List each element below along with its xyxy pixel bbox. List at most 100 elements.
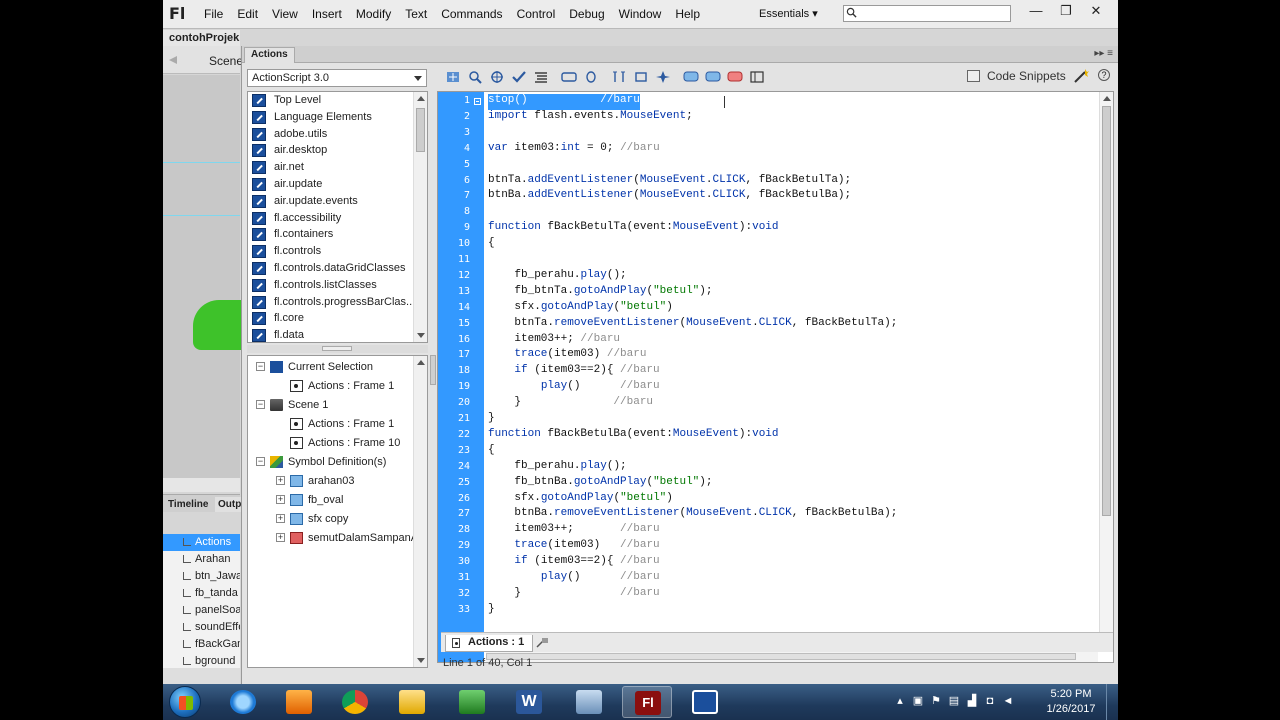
toolbox-item[interactable]: air.update xyxy=(248,176,414,193)
tray-app2-icon[interactable]: ◘ xyxy=(981,693,999,709)
check-syntax-icon[interactable] xyxy=(508,68,530,86)
code-line[interactable]: btnTa.removeEventListener(MouseEvent.CLI… xyxy=(488,317,897,333)
toolbox-item[interactable]: fl.controls xyxy=(248,243,414,260)
nav-scene-frame-10[interactable]: Actions : Frame 10 xyxy=(290,434,400,452)
pane-splitter[interactable] xyxy=(247,345,428,353)
code-line[interactable]: item03++; //baru xyxy=(488,333,620,349)
apply-block-comment-icon[interactable] xyxy=(680,68,702,86)
code-line[interactable]: btnTa.addEventListener(MouseEvent.CLICK,… xyxy=(488,174,851,190)
code-line[interactable]: fb_perahu.play(); xyxy=(488,269,626,285)
collapse-toggle-icon[interactable]: − xyxy=(256,457,265,466)
back-arrow-icon[interactable] xyxy=(169,56,177,64)
pin-script-icon[interactable] xyxy=(535,637,549,649)
code-line[interactable]: } //baru xyxy=(488,587,659,603)
nav-symbol-definitions[interactable]: − Symbol Definition(s) xyxy=(256,453,386,471)
taskbar-word[interactable]: W xyxy=(504,686,554,718)
toolbox-item[interactable]: fl.containers xyxy=(248,226,414,243)
layer-row[interactable]: fb_tanda xyxy=(163,585,240,602)
code-area[interactable]: stop() //baru import flash.events.MouseEv… xyxy=(486,92,1096,652)
remove-comment-icon[interactable] xyxy=(724,68,746,86)
auto-format-icon[interactable] xyxy=(530,68,552,86)
nav-symbol-arahan03[interactable]: + arahan03 xyxy=(276,472,355,490)
code-line[interactable]: import flash.events.MouseEvent; xyxy=(488,110,693,126)
nav-current-frame[interactable]: Actions : Frame 1 xyxy=(290,377,394,395)
nav-symbol-semut[interactable]: + semutDalamSampanAr xyxy=(276,529,422,547)
code-line[interactable]: if (item03==2){ //baru xyxy=(488,364,659,380)
editor-vertical-scrollbar[interactable] xyxy=(1099,92,1113,652)
panel-menu-icon[interactable]: ▸▸ ≡ xyxy=(1094,48,1113,59)
taskbar-app[interactable] xyxy=(680,686,730,718)
toolbox-item[interactable]: air.net xyxy=(248,159,414,176)
nav-current-selection[interactable]: − Current Selection xyxy=(256,358,373,376)
workspace-switcher[interactable]: Essentials ▾ xyxy=(759,7,818,20)
taskbar-media-player[interactable] xyxy=(274,686,324,718)
apply-line-comment-icon[interactable] xyxy=(702,68,724,86)
code-line[interactable]: } //baru xyxy=(488,396,653,412)
toolbox-item[interactable]: fl.data xyxy=(248,327,414,344)
volume-icon[interactable]: ◄ xyxy=(999,693,1017,709)
scene-label[interactable]: Scene xyxy=(209,54,243,68)
language-select[interactable]: ActionScript 3.0 xyxy=(247,69,427,87)
toolbox-item[interactable]: air.update.events xyxy=(248,193,414,210)
code-line[interactable]: sfx.gotoAndPlay("betul") xyxy=(488,492,672,508)
code-line[interactable]: btnBa.removeEventListener(MouseEvent.CLI… xyxy=(488,507,897,523)
expand-all-icon[interactable] xyxy=(652,68,674,86)
code-line[interactable]: } xyxy=(488,412,495,428)
code-line[interactable]: sfx.gotoAndPlay("betul") xyxy=(488,301,672,317)
code-line[interactable]: trace(item03) //baru xyxy=(488,539,659,555)
code-line[interactable]: { xyxy=(488,237,495,253)
navigator-scrollbar[interactable] xyxy=(413,356,427,667)
taskbar-ie[interactable] xyxy=(218,686,268,718)
layer-row[interactable]: soundEffe xyxy=(163,619,240,636)
script-assist-wand-icon[interactable] xyxy=(1072,68,1090,84)
expand-toggle-icon[interactable]: + xyxy=(276,514,285,523)
taskbar-explorer[interactable] xyxy=(387,686,437,718)
code-line[interactable]: function fBackBetulBa(event:MouseEvent):… xyxy=(488,428,779,444)
layer-row[interactable]: panelSoal xyxy=(163,602,240,619)
toolbox-item[interactable]: fl.controls.progressBarClas... xyxy=(248,294,414,311)
collapse-toggle-icon[interactable]: − xyxy=(256,400,265,409)
toolbox-item[interactable]: fl.accessibility xyxy=(248,210,414,227)
code-line[interactable]: { xyxy=(488,444,495,460)
minimize-button[interactable]: — xyxy=(1021,2,1051,22)
toolbox-item[interactable]: fl.controls.dataGridClasses xyxy=(248,260,414,277)
nav-scene-1[interactable]: − Scene 1 xyxy=(256,396,328,414)
scroll-down-arrow-icon[interactable] xyxy=(417,658,425,663)
fold-marker-icon[interactable] xyxy=(474,98,481,105)
restore-button[interactable]: ❐ xyxy=(1051,2,1081,22)
expand-toggle-icon[interactable]: + xyxy=(276,533,285,542)
insert-target-path-icon[interactable] xyxy=(486,68,508,86)
code-line[interactable]: var item03:int = 0; //baru xyxy=(488,142,660,158)
document-tab[interactable]: contohProjek1 xyxy=(163,30,240,46)
code-line[interactable]: } xyxy=(488,603,495,619)
tab-output[interactable]: Outp xyxy=(215,497,245,512)
code-line[interactable]: btnBa.addEventListener(MouseEvent.CLICK,… xyxy=(488,189,851,205)
code-line[interactable]: trace(item03) //baru xyxy=(488,348,646,364)
taskbar-presentation[interactable] xyxy=(447,686,497,718)
network-icon[interactable]: ▟ xyxy=(963,693,981,709)
taskbar-network-app[interactable] xyxy=(564,686,614,718)
scroll-down-arrow-icon[interactable] xyxy=(417,333,425,338)
nav-symbol-fb-oval[interactable]: + fb_oval xyxy=(276,491,343,509)
tab-actions[interactable]: Actions xyxy=(244,47,295,63)
code-line[interactable]: play() //baru xyxy=(488,380,660,396)
layer-row[interactable]: Arahan xyxy=(163,551,240,568)
code-line[interactable]: function fBackBetulTa(event:MouseEvent):… xyxy=(488,221,779,237)
toolbox-item[interactable]: Language Elements xyxy=(248,109,414,126)
action-center-flag-icon[interactable]: ⚑ xyxy=(927,693,945,709)
show-hidden-icons-icon[interactable]: ▴ xyxy=(891,693,909,709)
menu-debug[interactable]: Debug xyxy=(569,7,604,21)
menu-help[interactable]: Help xyxy=(675,7,700,21)
find-icon[interactable] xyxy=(464,68,486,86)
scroll-up-arrow-icon[interactable] xyxy=(1103,96,1111,101)
menu-text[interactable]: Text xyxy=(405,7,427,21)
clock[interactable]: 5:20 PM 1/26/2017 xyxy=(1041,687,1101,717)
add-statement-icon[interactable] xyxy=(442,68,464,86)
stage[interactable] xyxy=(163,75,253,485)
code-line[interactable]: stop() //baru xyxy=(488,94,640,110)
nav-symbol-sfx-copy[interactable]: + sfx copy xyxy=(276,510,348,528)
layer-row[interactable]: fBackGam xyxy=(163,636,240,653)
show-code-hint-icon[interactable] xyxy=(558,68,580,86)
script-editor[interactable]: 1 2 3 4 5 6 7 8 9 10 11 12 13 14 15 16 17 18 19 20 21 22 23 24 2… xyxy=(437,91,1114,663)
help-search-input[interactable] xyxy=(843,5,1011,22)
